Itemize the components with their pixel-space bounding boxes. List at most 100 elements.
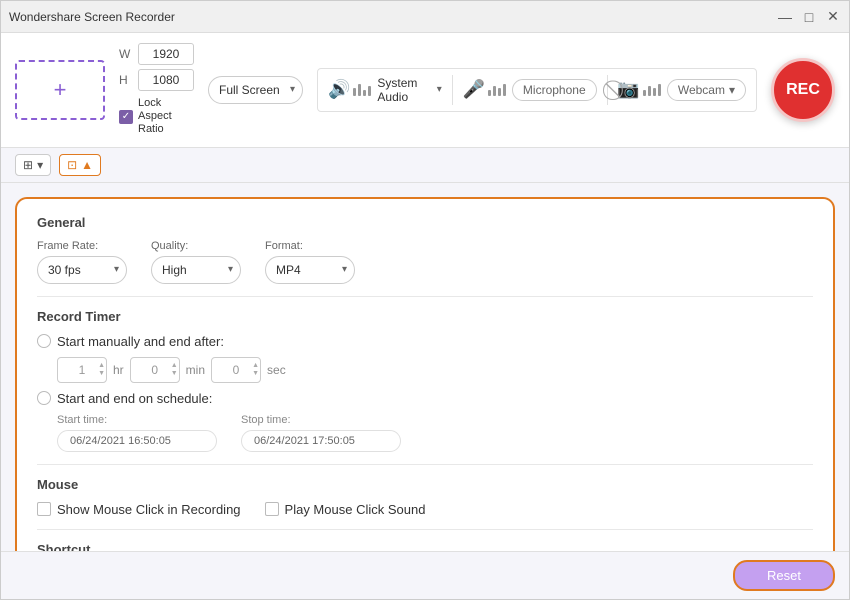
- seconds-down-arrow[interactable]: ▼: [252, 370, 259, 377]
- format-label: Format:: [265, 240, 355, 252]
- audio-bars: [353, 84, 371, 96]
- maximize-button[interactable]: □: [801, 9, 817, 25]
- quality-select[interactable]: High Medium Low: [151, 256, 241, 284]
- av-divider-2: [607, 75, 608, 105]
- play-sound-checkbox[interactable]: [265, 502, 279, 516]
- wb2: [648, 86, 651, 96]
- webcam-label: Webcam: [678, 83, 725, 97]
- camera-toolbar-button[interactable]: ⊡ ▲: [59, 154, 101, 176]
- webcam-icon: 📷⃠: [617, 79, 639, 100]
- window-controls: — □ ✕: [777, 9, 841, 25]
- add-region-icon: +: [54, 77, 67, 103]
- time-inputs-row: ▲ ▼ hr ▲ ▼ min: [37, 357, 813, 383]
- system-audio-dropdown[interactable]: System Audio ▾: [377, 76, 441, 104]
- divider-1: [37, 296, 813, 297]
- frame-rate-select-wrapper: 30 fps 15 fps 60 fps: [37, 256, 127, 284]
- screen-mode-icon: ⊞: [23, 158, 33, 172]
- av-divider-1: [452, 75, 453, 105]
- quality-group: Quality: High Medium Low: [151, 240, 241, 284]
- mouse-section-title: Mouse: [37, 477, 813, 492]
- stop-time-label: Stop time:: [241, 414, 401, 426]
- system-audio-group: 🔊: [328, 79, 371, 100]
- screen-mode-wrapper: Full Screen: [208, 76, 303, 104]
- mic-bars: [488, 84, 506, 96]
- schedule-label: Start and end on schedule:: [57, 391, 212, 406]
- manual-radio-row: Start manually and end after:: [37, 334, 813, 349]
- system-audio-arrow: ▾: [437, 84, 442, 95]
- screen-preview[interactable]: +: [15, 60, 105, 120]
- height-input[interactable]: [138, 69, 194, 91]
- settings-card: General Frame Rate: 30 fps 15 fps 60 fps…: [15, 197, 835, 551]
- close-button[interactable]: ✕: [825, 9, 841, 25]
- quality-label: Quality:: [151, 240, 241, 252]
- show-click-label: Show Mouse Click in Recording: [57, 502, 241, 517]
- stop-time-input[interactable]: [241, 430, 401, 452]
- frame-rate-select[interactable]: 30 fps 15 fps 60 fps: [37, 256, 127, 284]
- toolbar-arrow-down: ▾: [37, 158, 43, 172]
- toolbar: ⊞ ▾ ⊡ ▲: [1, 148, 849, 183]
- webcam-dropdown-arrow: ▾: [729, 83, 735, 97]
- min-label: min: [186, 363, 205, 377]
- mouse-options-row: Show Mouse Click in Recording Play Mouse…: [37, 502, 813, 517]
- webcam-button[interactable]: Webcam ▾: [667, 79, 746, 101]
- minutes-arrows: ▲ ▼: [171, 357, 178, 383]
- quality-select-wrapper: High Medium Low: [151, 256, 241, 284]
- reset-button[interactable]: Reset: [733, 560, 835, 591]
- settings-panel: General Frame Rate: 30 fps 15 fps 60 fps…: [1, 183, 849, 551]
- frame-rate-group: Frame Rate: 30 fps 15 fps 60 fps: [37, 240, 127, 284]
- bar2: [358, 84, 361, 96]
- start-time-label: Start time:: [57, 414, 217, 426]
- divider-3: [37, 529, 813, 530]
- mic-bar3: [498, 88, 501, 96]
- bottom-bar: Reset: [1, 551, 849, 599]
- app-title: Wondershare Screen Recorder: [9, 10, 175, 24]
- hours-down-arrow[interactable]: ▼: [98, 370, 105, 377]
- hours-arrows: ▲ ▼: [98, 357, 105, 383]
- format-select-wrapper: MP4 AVI MOV: [265, 256, 355, 284]
- hours-up-arrow[interactable]: ▲: [98, 362, 105, 369]
- seconds-up-arrow[interactable]: ▲: [252, 362, 259, 369]
- minutes-up-arrow[interactable]: ▲: [171, 362, 178, 369]
- mic-bar4: [503, 84, 506, 96]
- toolbar-arrow-up: ▲: [81, 158, 93, 172]
- width-label: W: [119, 47, 133, 61]
- microphone-button[interactable]: Microphone: [512, 79, 597, 101]
- bar3: [363, 90, 366, 96]
- show-click-checkbox[interactable]: [37, 502, 51, 516]
- wb4: [658, 84, 661, 96]
- stop-time-group: Stop time:: [241, 414, 401, 452]
- height-label: H: [119, 73, 133, 87]
- general-section-title: General: [37, 215, 813, 230]
- schedule-radio[interactable]: [37, 391, 51, 405]
- frame-rate-label: Frame Rate:: [37, 240, 127, 252]
- aspect-ratio-label: Lock Aspect Ratio: [138, 97, 193, 137]
- timer-section: Start manually and end after: ▲ ▼ hr: [37, 334, 813, 452]
- sec-label: sec: [267, 363, 286, 377]
- fullscreen-select[interactable]: Full Screen: [208, 76, 303, 104]
- microphone-icon: 🎤: [463, 79, 485, 100]
- rec-button[interactable]: REC: [771, 58, 835, 122]
- screen-toolbar-button[interactable]: ⊞ ▾: [15, 154, 51, 176]
- camera-settings-icon: ⊡: [67, 158, 77, 172]
- shortcut-section-title: Shortcut: [37, 542, 813, 551]
- minimize-button[interactable]: —: [777, 9, 793, 25]
- lock-aspect-ratio-checkbox[interactable]: [119, 110, 133, 124]
- webcam-icon-group: 📷⃠: [617, 79, 660, 100]
- minutes-wrapper: ▲ ▼: [130, 357, 180, 383]
- width-row: W: [119, 43, 194, 65]
- play-sound-label: Play Mouse Click Sound: [285, 502, 426, 517]
- minutes-down-arrow[interactable]: ▼: [171, 370, 178, 377]
- seconds-arrows: ▲ ▼: [252, 357, 259, 383]
- width-input[interactable]: [138, 43, 194, 65]
- height-row: H: [119, 69, 194, 91]
- top-bar: + W H Lock Aspect Ratio Full Screen: [1, 33, 849, 148]
- record-timer-title: Record Timer: [37, 309, 813, 324]
- system-audio-label: System Audio: [377, 76, 432, 104]
- manual-radio[interactable]: [37, 334, 51, 348]
- format-group: Format: MP4 AVI MOV: [265, 240, 355, 284]
- start-time-input[interactable]: [57, 430, 217, 452]
- play-sound-row: Play Mouse Click Sound: [265, 502, 426, 517]
- format-select[interactable]: MP4 AVI MOV: [265, 256, 355, 284]
- start-time-group: Start time:: [57, 414, 217, 452]
- bar1: [353, 88, 356, 96]
